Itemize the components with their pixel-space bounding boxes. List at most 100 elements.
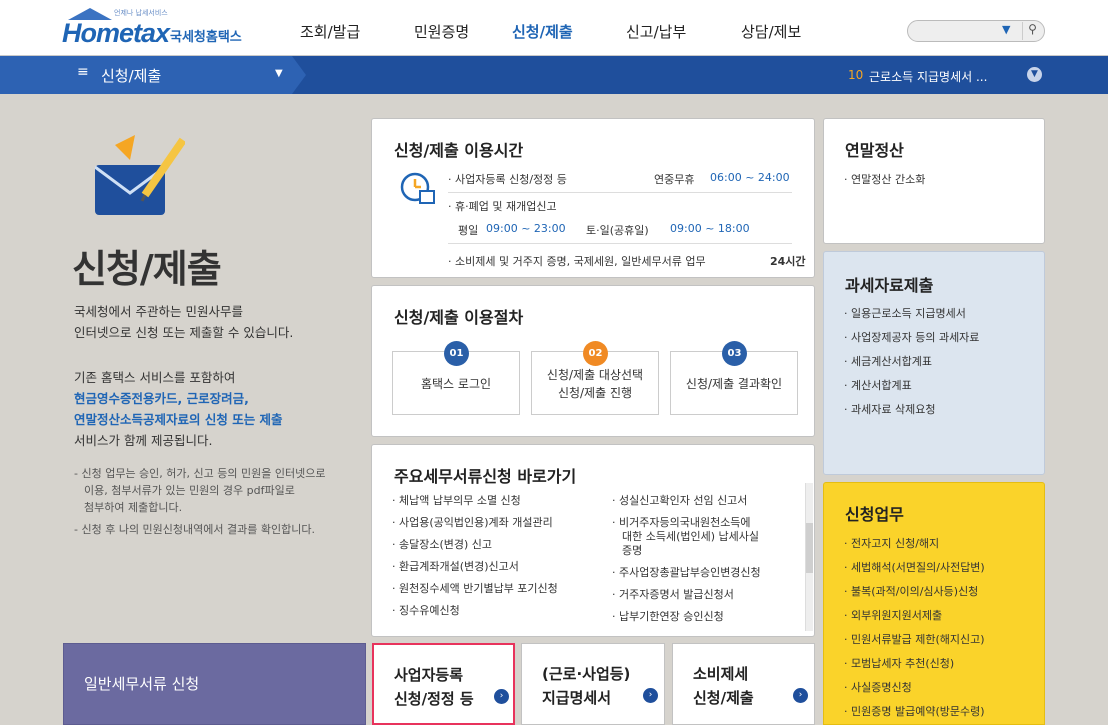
intro-highlight: 연말정산소득공제자료의 신청 또는 제출 [74,412,283,427]
ranking-expand-icon[interactable]: ▼ [1027,67,1042,82]
step-login[interactable]: 01 홈택스 로그인 [392,341,520,415]
apply-link[interactable]: · 모범납세자 추천(신청) [844,655,954,671]
search-icon[interactable]: ⚲ [1022,22,1042,40]
section-title[interactable]: 신청/제출 [101,65,161,86]
shortcuts-title: 주요세무서류신청 바로가기 [394,467,577,486]
consumption-tax-tile[interactable]: 소비제세 신청/제출 › [672,643,815,725]
hours-row-prefix: 토·일(공휴일) [586,224,649,237]
hours-row-time: 09:00 ~ 23:00 [486,222,566,235]
intro-desc: 국세청에서 주관하는 민원사무를 [74,304,243,319]
yearend-link[interactable]: · 연말정산 간소화 [844,171,925,187]
shortcut-link[interactable]: · 징수유예신청 [392,604,460,618]
apply-link[interactable]: · 전자고지 신청/해지 [844,535,939,551]
ranking-text[interactable]: 근로소득 지급명세서 ... [869,68,987,85]
shortcut-link[interactable]: · 원천징수세액 반기별납부 포기신청 [392,582,558,596]
taxdata-link[interactable]: · 과세자료 삭제요청 [844,401,935,417]
hours-title: 신청/제출 이용시간 [394,141,524,160]
step-badge: 02 [583,341,608,366]
logo-wordmark: Hometax [62,18,170,48]
tile-label: 소비제세 신청/제출 [693,662,754,710]
tile-line: 사업자등록 [394,666,464,684]
scrollbar[interactable] [805,483,813,631]
intro-note: 첨부하여 제출합니다. [84,501,183,514]
tile-line: 소비제세 [693,665,749,683]
step-select[interactable]: 02 신청/제출 대상선택 신청/제출 진행 [531,341,659,415]
section-menu-arrow [292,56,306,94]
step-label: 홈택스 로그인 [420,377,492,391]
hours-row-label: · 사업자등록 신청/정정 등 [448,173,567,186]
apply-card: 신청업무 · 전자고지 신청/해지 · 세법해석(서면질의/사전답변) · 불복… [823,482,1045,725]
shortcuts-card: 주요세무서류신청 바로가기 · 체납액 납부의무 소멸 신청 · 사업용(공익법… [371,444,815,637]
shortcut-link-cont[interactable]: 증명 [622,544,642,558]
divider [448,192,792,193]
tile-line: 지급명세서 [542,689,612,707]
apply-title: 신청업무 [845,505,904,524]
shortcut-link[interactable]: · 납부기한연장 승인신청 [612,610,724,624]
step-badge: 01 [444,341,469,366]
hours-row-time: 06:00 ~ 24:00 [710,171,790,184]
search-dropdown-icon[interactable]: ▼ [1002,23,1010,36]
step-label: 신청/제출 진행 [557,386,633,400]
top-header: 언제나 납세서비스 Hometax 국세청홈택스 조회/발급 민원증명 신청/제… [0,0,1108,56]
logo-subtitle: 국세청홈택스 [170,30,242,45]
hours-row-label: · 휴·폐업 및 재개업신고 [448,200,557,213]
apply-link[interactable]: · 불복(과적/이의/심사등)신청 [844,583,978,599]
scrollbar-thumb[interactable] [806,523,813,573]
search-box[interactable]: ▼ ⚲ [907,20,1045,42]
step-badge: 03 [722,341,747,366]
hamburger-icon[interactable]: ≡ [77,64,89,80]
tile-label: 사업자등록 신청/정정 등 [394,663,474,711]
yearend-card: 연말정산 · 연말정산 간소화 [823,118,1045,244]
hours-row-prefix: 연중무휴 [654,173,695,186]
intro-desc: 인터넷으로 신청 또는 제출할 수 있습니다. [74,325,294,340]
shortcut-link[interactable]: · 거주자증명서 발급신청서 [612,588,734,602]
hometax-logo[interactable]: 언제나 납세서비스 Hometax 국세청홈택스 [62,8,262,48]
apply-link[interactable]: · 세법해석(서면질의/사전답변) [844,559,985,575]
section-bar: ≡ 신청/제출 ▼ 10 근로소득 지급명세서 ... ▼ [0,56,1108,94]
nav-consult-report[interactable]: 상담/제보 [741,21,801,42]
tile-label: 일반세무서류 신청 [84,675,200,693]
taxdata-title: 과세자료제출 [845,276,934,295]
apply-link[interactable]: · 외부위원지원서제출 [844,607,942,623]
shortcut-link-cont[interactable]: 대한 소득세(법인세) 납세사실 [622,530,759,544]
shortcut-link[interactable]: · 환급계좌개설(변경)신고서 [392,560,519,574]
general-docs-tile[interactable]: 일반세무서류 신청 [63,643,366,725]
intro-desc: 기존 홈택스 서비스를 포함하여 [74,370,236,385]
step-label: 신청/제출 결과확인 [685,377,783,391]
step-result[interactable]: 03 신청/제출 결과확인 [670,341,798,415]
hours-row-prefix: 평일 [458,224,479,237]
taxdata-link[interactable]: · 세금계산서합계표 [844,353,932,369]
nav-apply-submit[interactable]: 신청/제출 [512,21,573,42]
hours-row-label: · 소비제세 및 거주지 증명, 국제세원, 일반세무서류 업무 [448,255,706,268]
shortcut-link[interactable]: · 성실신고확인자 선임 신고서 [612,494,747,508]
arrow-right-icon: › [494,689,509,704]
hours-row-time: 09:00 ~ 18:00 [670,222,750,235]
shortcut-link[interactable]: · 체납액 납부의무 소멸 신청 [392,494,521,508]
taxdata-link[interactable]: · 사업장제공자 등의 과세자료 [844,329,979,345]
clock-calendar-icon [400,172,435,204]
apply-link[interactable]: · 민원서류발급 제한(해지신고) [844,631,985,647]
apply-link[interactable]: · 민원증명 발급예약(방문수령) [844,703,985,719]
nav-report-pay[interactable]: 신고/납부 [626,21,686,42]
shortcut-link[interactable]: · 사업용(공익법인용)계좌 개설관리 [392,516,553,530]
page-title: 신청/제출 [72,247,222,291]
intro-note: 이용, 첨부서류가 있는 민원의 경우 pdf파일로 [84,484,295,497]
procedure-title: 신청/제출 이용절차 [394,308,524,327]
business-registration-tile[interactable]: 사업자등록 신청/정정 등 › [372,643,515,725]
shortcut-link[interactable]: · 송달장소(변경) 신고 [392,538,492,552]
shortcut-link[interactable]: · 비거주자등의국내원천소득에 [612,516,751,530]
apply-link[interactable]: · 사실증명신청 [844,679,912,695]
intro-note: - 신청 후 나의 민원신청내역에서 결과를 확인합니다. [74,523,315,536]
tile-line: 신청/정정 등 [394,690,474,708]
chevron-down-icon[interactable]: ▼ [275,68,283,79]
taxdata-link[interactable]: · 일용근로소득 지급명세서 [844,305,966,321]
divider [448,243,792,244]
hours-row-value: 24시간 [770,255,806,268]
nav-lookup-issue[interactable]: 조회/발급 [300,21,360,42]
taxdata-link[interactable]: · 계산서합계표 [844,377,912,393]
payment-statement-tile[interactable]: (근로·사업등) 지급명세서 › [521,643,665,725]
hours-card: 신청/제출 이용시간 · 사업자등록 신청/정정 등 연중무휴 06:00 ~ … [371,118,815,278]
arrow-right-icon: › [643,688,658,703]
nav-civil-cert[interactable]: 민원증명 [414,21,469,42]
shortcut-link[interactable]: · 주사업장총괄납부승인변경신청 [612,566,761,580]
